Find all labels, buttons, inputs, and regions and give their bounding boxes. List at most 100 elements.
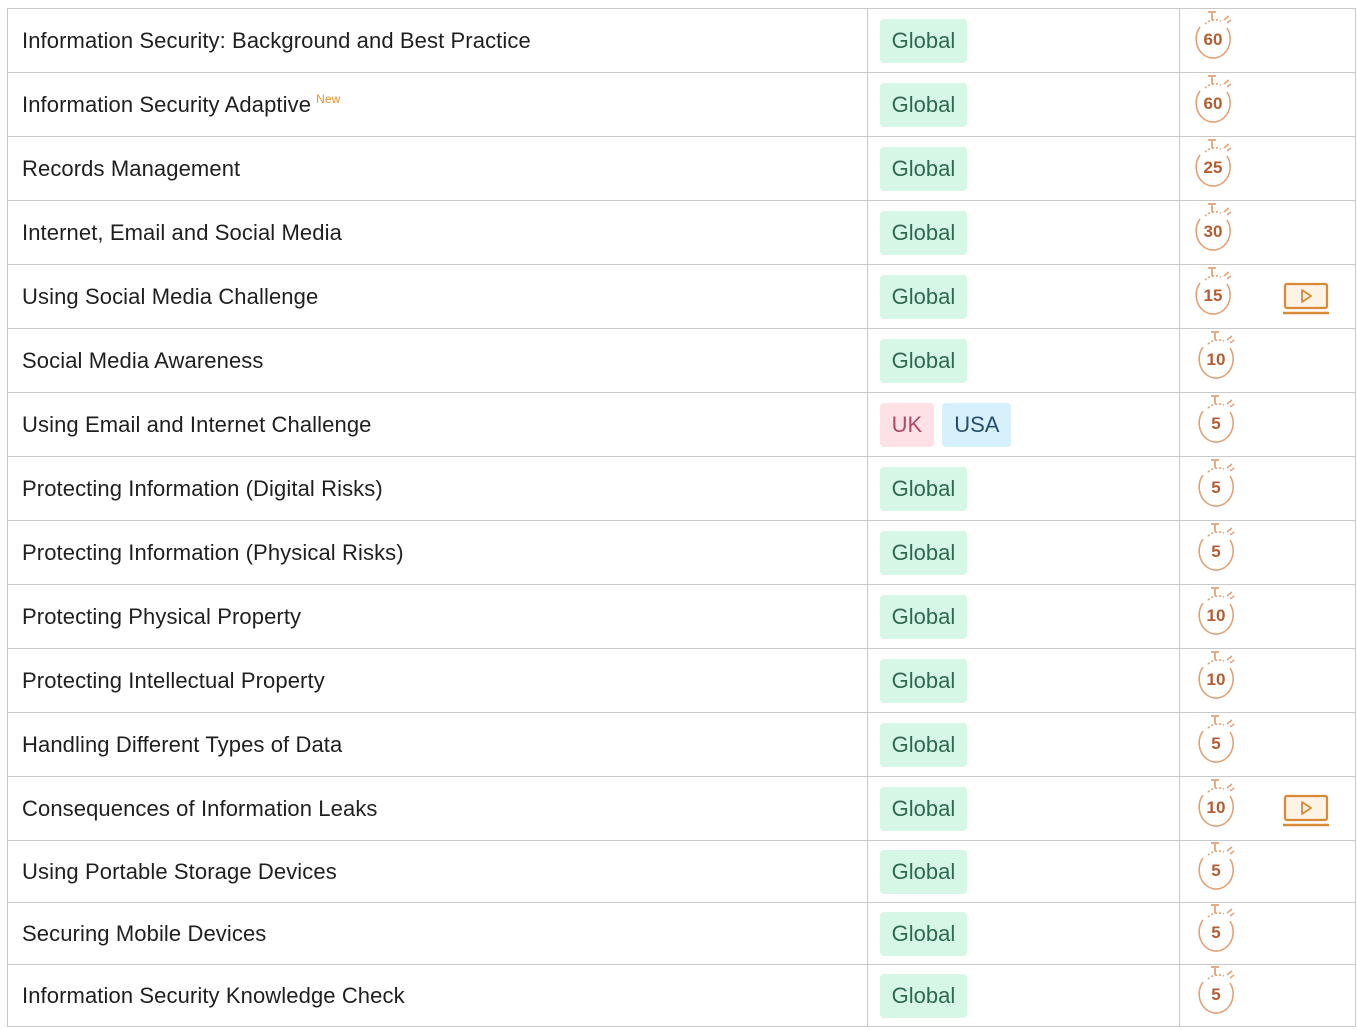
- duration-minutes: 15: [1203, 286, 1222, 305]
- course-table: Information Security: Background and Bes…: [7, 8, 1357, 1027]
- stopwatch-icon: 10: [1194, 648, 1244, 704]
- duration-cell: 30: [1178, 200, 1357, 265]
- duration-cell: 10: [1178, 648, 1357, 713]
- course-title-cell: Securing Mobile Devices: [7, 902, 868, 965]
- course-title-cell: Using Email and Internet Challenge: [7, 392, 868, 457]
- course-title[interactable]: Consequences of Information Leaks: [22, 796, 378, 821]
- course-title-cell: Handling Different Types of Data: [7, 712, 868, 777]
- course-title[interactable]: Protecting Physical Property: [22, 604, 301, 629]
- duration-minutes: 10: [1206, 670, 1225, 689]
- duration-minutes: 10: [1206, 798, 1225, 817]
- region-badge-global: Global: [879, 466, 968, 511]
- region-badge-global: Global: [879, 849, 968, 894]
- table-row[interactable]: Consequences of Information Leaks Global 1…: [7, 776, 1357, 841]
- table-row[interactable]: Protecting Information (Physical Risks) G…: [7, 520, 1357, 585]
- table-row[interactable]: Using Email and Internet Challenge UK USA 5: [7, 392, 1357, 457]
- stopwatch-icon: 10: [1194, 776, 1244, 832]
- course-title[interactable]: Securing Mobile Devices: [22, 921, 266, 946]
- duration-cell: 5: [1178, 964, 1357, 1027]
- table-row[interactable]: Social Media Awareness Global 10: [7, 328, 1357, 393]
- duration-cell: 10: [1178, 328, 1357, 393]
- duration-minutes: 30: [1203, 222, 1222, 241]
- region-cell: Global: [866, 328, 1180, 393]
- course-title[interactable]: Using Social Media Challenge: [22, 284, 318, 309]
- region-badge-global: Global: [879, 210, 968, 255]
- course-title-cell: Protecting Intellectual Property: [7, 648, 868, 713]
- stopwatch-icon: 5: [1194, 392, 1244, 448]
- region-cell: Global: [866, 264, 1180, 329]
- region-badge-global: Global: [879, 722, 968, 767]
- video-icon[interactable]: [1282, 282, 1331, 316]
- course-title-cell: Social Media Awareness: [7, 328, 868, 393]
- duration-minutes: 5: [1211, 414, 1220, 433]
- region-badge-global: Global: [879, 658, 968, 703]
- table-row[interactable]: Information Security: Background and Bes…: [7, 8, 1357, 73]
- region-badge-global: Global: [879, 530, 968, 575]
- course-title[interactable]: Information Security Adaptive: [22, 92, 311, 117]
- duration-minutes: 5: [1211, 734, 1220, 753]
- region-cell: Global: [866, 776, 1180, 841]
- duration-cell: 60: [1178, 72, 1357, 137]
- duration-cell: 15: [1178, 264, 1357, 329]
- stopwatch-icon: 5: [1194, 901, 1244, 957]
- duration-cell: 5: [1178, 712, 1357, 777]
- course-title[interactable]: Information Security Knowledge Check: [22, 983, 405, 1008]
- duration-cell: 5: [1178, 840, 1357, 903]
- course-title-cell: Information Security Adaptive New: [7, 72, 868, 137]
- stopwatch-icon: 5: [1194, 520, 1244, 576]
- region-cell: Global: [866, 456, 1180, 521]
- stopwatch-icon: 15: [1191, 264, 1241, 320]
- course-title[interactable]: Using Portable Storage Devices: [22, 859, 337, 884]
- duration-minutes: 5: [1211, 542, 1220, 561]
- course-title[interactable]: Handling Different Types of Data: [22, 732, 342, 757]
- table-row[interactable]: Information Security Knowledge Check Glob…: [7, 964, 1357, 1027]
- table-row[interactable]: Securing Mobile Devices Global 5: [7, 901, 1357, 965]
- stopwatch-icon: 30: [1191, 200, 1241, 256]
- duration-cell: 5: [1178, 901, 1357, 965]
- region-badge-global: Global: [879, 274, 968, 319]
- table-row[interactable]: Protecting Intellectual Property Global 10: [7, 648, 1357, 713]
- region-cell: Global: [866, 902, 1180, 965]
- region-cell: Global: [866, 584, 1180, 649]
- course-title-cell: Protecting Physical Property: [7, 584, 868, 649]
- course-title-cell: Consequences of Information Leaks: [7, 776, 868, 841]
- table-row[interactable]: Information Security Adaptive New Global 60: [7, 72, 1357, 137]
- table-row[interactable]: Using Portable Storage Devices Global 5: [7, 840, 1357, 903]
- stopwatch-icon: 10: [1194, 584, 1244, 640]
- course-title[interactable]: Internet, Email and Social Media: [22, 220, 342, 245]
- duration-minutes: 5: [1211, 861, 1220, 880]
- table-row[interactable]: Protecting Physical Property Global 10: [7, 584, 1357, 649]
- region-badge-global: Global: [879, 146, 968, 191]
- course-title-cell: Using Social Media Challenge: [7, 264, 868, 329]
- course-title[interactable]: Records Management: [22, 156, 240, 181]
- duration-minutes: 60: [1203, 94, 1222, 113]
- region-cell: Global: [866, 520, 1180, 585]
- duration-minutes: 5: [1211, 478, 1220, 497]
- course-title[interactable]: Protecting Intellectual Property: [22, 668, 325, 693]
- table-row[interactable]: Internet, Email and Social Media Global 30: [7, 200, 1357, 265]
- table-row[interactable]: Using Social Media Challenge Global 15: [7, 264, 1357, 329]
- course-title-cell: Using Portable Storage Devices: [7, 840, 868, 903]
- new-badge: New: [316, 91, 341, 106]
- course-title-cell: Records Management: [7, 136, 868, 201]
- region-badge-usa: USA: [942, 402, 1012, 447]
- duration-cell: 5: [1178, 520, 1357, 585]
- duration-minutes: 5: [1211, 985, 1220, 1004]
- region-badge-global: Global: [879, 786, 968, 831]
- stopwatch-icon: 10: [1194, 328, 1244, 384]
- table-row[interactable]: Handling Different Types of Data Global 5: [7, 712, 1357, 777]
- region-badge-uk: UK: [879, 402, 935, 447]
- course-title[interactable]: Using Email and Internet Challenge: [22, 412, 372, 437]
- table-row[interactable]: Protecting Information (Digital Risks) Gl…: [7, 456, 1357, 521]
- course-title[interactable]: Protecting Information (Digital Risks): [22, 476, 383, 501]
- course-title[interactable]: Information Security: Background and Bes…: [22, 28, 531, 53]
- course-table-body: Information Security: Background and Bes…: [7, 8, 1357, 1027]
- region-badge-global: Global: [879, 973, 968, 1018]
- region-badge-global: Global: [879, 594, 968, 639]
- course-title[interactable]: Protecting Information (Physical Risks): [22, 540, 404, 565]
- region-cell: Global: [866, 712, 1180, 777]
- table-row[interactable]: Records Management Global 25: [7, 136, 1357, 201]
- course-title[interactable]: Social Media Awareness: [22, 348, 263, 373]
- region-cell: Global: [866, 840, 1180, 903]
- video-icon[interactable]: [1282, 794, 1331, 828]
